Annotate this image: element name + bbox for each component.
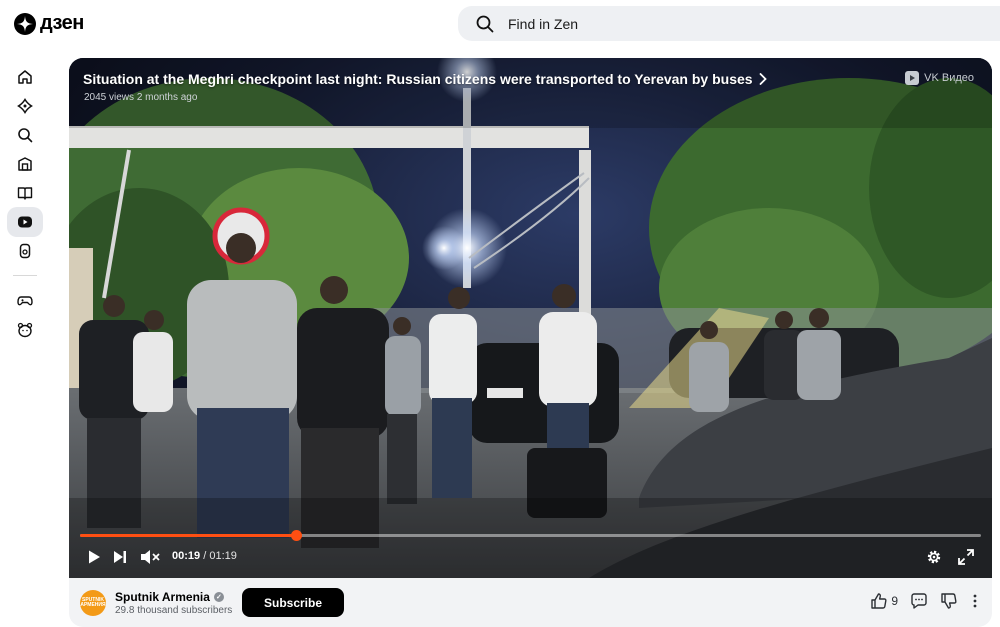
channel-avatar[interactable]: SPUTNIK АРМЕНИЯ xyxy=(80,590,106,616)
channel-bar: SPUTNIK АРМЕНИЯ Sputnik Armenia ✓ 29.8 t… xyxy=(69,578,992,627)
mute-button[interactable] xyxy=(139,546,161,568)
search-bar[interactable] xyxy=(458,6,1000,41)
sidebar-item-video[interactable] xyxy=(7,207,43,237)
thumbs-up-icon xyxy=(871,593,887,609)
duration: 01:19 xyxy=(209,550,237,562)
time-separator: / xyxy=(203,550,207,562)
sidebar xyxy=(7,62,43,344)
dislike-button[interactable] xyxy=(940,592,958,610)
vk-video-icon xyxy=(905,71,920,85)
sidebar-item-subscriptions[interactable] xyxy=(7,149,43,179)
thumbs-down-icon xyxy=(941,593,957,609)
channel-name-text: Sputnik Armenia xyxy=(115,590,210,604)
channel-name[interactable]: Sputnik Armenia ✓ xyxy=(115,590,224,604)
video-age: 2 months ago xyxy=(136,92,198,103)
more-vertical-icon xyxy=(973,594,977,608)
play-button[interactable] xyxy=(83,546,105,568)
next-icon xyxy=(114,551,126,563)
video-views: 2045 views xyxy=(84,92,135,103)
current-time: 00:19 xyxy=(172,550,201,562)
vk-video-badge[interactable]: VK Видео xyxy=(905,71,974,85)
articles-icon xyxy=(17,187,33,200)
search-input[interactable] xyxy=(508,15,908,32)
sidebar-divider xyxy=(13,275,37,276)
avatar-logo-text: SPUTNIK АРМЕНИЯ xyxy=(80,597,106,608)
sidebar-item-kids[interactable] xyxy=(7,315,43,345)
chevron-right-icon xyxy=(759,73,767,85)
sidebar-item-games[interactable] xyxy=(7,286,43,316)
play-icon xyxy=(89,550,100,564)
kids-icon xyxy=(17,322,33,338)
search-icon xyxy=(18,128,33,143)
video-actions: 9 xyxy=(870,592,980,610)
sidebar-item-articles[interactable] xyxy=(7,178,43,208)
video-icon xyxy=(18,216,32,228)
settings-button[interactable] xyxy=(923,546,945,568)
more-button[interactable] xyxy=(970,592,980,610)
logo-text: дзен xyxy=(40,12,84,34)
home-icon xyxy=(18,70,32,84)
puzzle-icon xyxy=(17,98,33,114)
video-meta: 2045 views 2 months ago xyxy=(84,92,197,103)
top-bar: дзен xyxy=(0,0,1000,48)
comments-button[interactable] xyxy=(910,592,928,610)
zen-star-icon xyxy=(14,12,36,35)
shorts-icon xyxy=(19,243,31,259)
search-icon xyxy=(476,15,494,32)
vk-video-label: VK Видео xyxy=(924,72,974,84)
volume-muted-icon xyxy=(141,550,160,564)
games-icon xyxy=(17,296,33,306)
like-button[interactable]: 9 xyxy=(870,592,898,610)
time-display: 00:19 / 01:19 xyxy=(172,550,237,562)
sidebar-item-home[interactable] xyxy=(7,62,43,92)
video-player[interactable]: Situation at the Meghri checkpoint last … xyxy=(69,58,992,578)
zen-logo[interactable]: дзен xyxy=(14,12,84,35)
next-button[interactable] xyxy=(109,546,131,568)
subscriber-count: 29.8 thousand subscribers xyxy=(115,605,233,616)
video-title-text: Situation at the Meghri checkpoint last … xyxy=(83,71,753,87)
subscriptions-icon xyxy=(18,157,32,171)
player-controls: 00:19 / 01:19 xyxy=(69,536,992,578)
gear-icon xyxy=(927,550,941,564)
sidebar-item-shorts[interactable] xyxy=(7,236,43,266)
video-frame xyxy=(69,58,992,578)
fullscreen-button[interactable] xyxy=(955,546,977,568)
video-title[interactable]: Situation at the Meghri checkpoint last … xyxy=(83,71,767,87)
comment-icon xyxy=(911,593,927,609)
subscribe-button[interactable]: Subscribe xyxy=(242,588,344,617)
like-count: 9 xyxy=(891,594,898,608)
sidebar-item-feed[interactable] xyxy=(7,91,43,121)
fullscreen-icon xyxy=(958,549,974,565)
verified-icon: ✓ xyxy=(213,592,224,602)
sidebar-item-search[interactable] xyxy=(7,120,43,150)
